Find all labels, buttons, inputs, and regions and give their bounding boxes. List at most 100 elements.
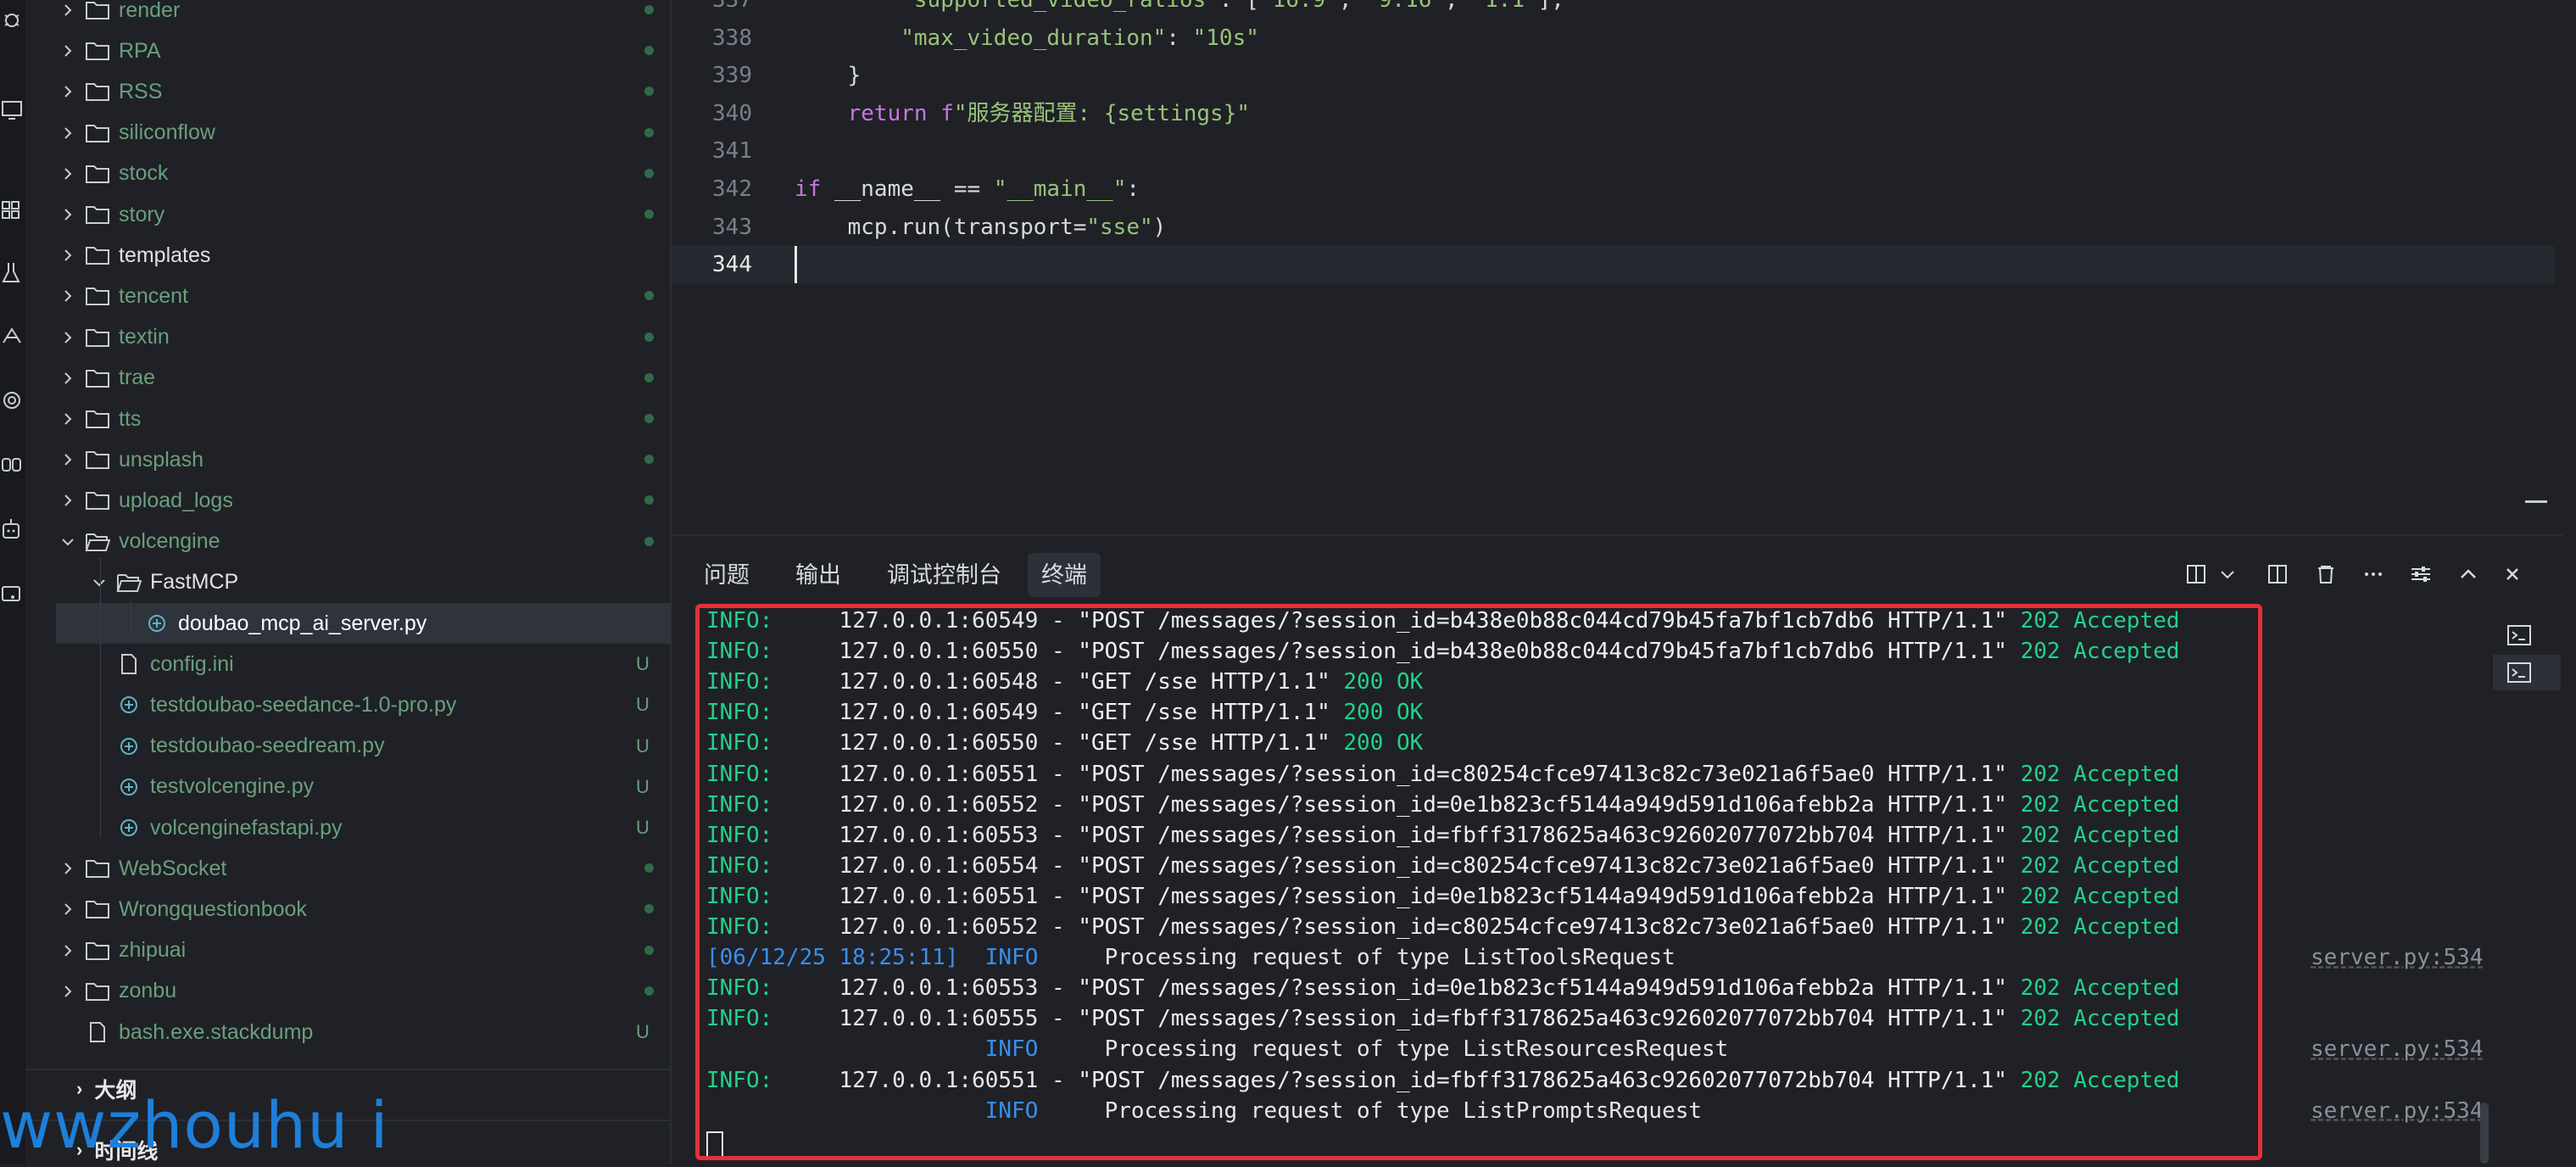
tree-item-label: testvolcengine.py xyxy=(150,774,315,799)
folder-icon xyxy=(85,81,110,103)
git-status-badge: U xyxy=(636,775,650,797)
folder-item[interactable]: textin xyxy=(59,317,670,358)
folder-icon xyxy=(85,204,110,226)
git-status-dot xyxy=(644,536,654,546)
folder-item[interactable]: tts xyxy=(59,399,670,439)
file-item[interactable]: testvolcengine.py U xyxy=(59,767,670,807)
folder-item[interactable]: RSS xyxy=(59,71,670,112)
robot-icon[interactable] xyxy=(0,512,25,546)
source-link[interactable]: server.py:534 xyxy=(2311,1034,2484,1064)
split-terminal-icon[interactable] xyxy=(2264,560,2293,589)
chevron-right-icon xyxy=(59,492,76,509)
chevron-down-icon[interactable] xyxy=(2213,560,2234,589)
tree-item-label: bash.exe.stackdump xyxy=(119,1019,314,1044)
copilot-icon[interactable] xyxy=(0,448,25,482)
tab-output[interactable]: 输出 xyxy=(782,553,855,597)
scroll-indicator xyxy=(2525,500,2547,503)
close-panel-icon[interactable] xyxy=(2498,560,2527,589)
chevron-down-icon xyxy=(91,574,108,591)
folder-item[interactable]: upload_logs xyxy=(59,480,670,521)
folder-item[interactable]: stock xyxy=(59,154,670,194)
tree-item-label: RPA xyxy=(119,38,161,63)
file-icon xyxy=(85,1021,110,1043)
chevron-down-icon xyxy=(59,533,76,550)
tree-item-label: volcenginefastapi.py xyxy=(150,815,343,840)
tree-item-label: unsplash xyxy=(119,447,204,472)
terminal-icon[interactable] xyxy=(2505,621,2534,650)
folder-item[interactable]: Wrongquestionbook xyxy=(59,889,670,930)
share-icon[interactable] xyxy=(0,319,25,353)
activity-bar xyxy=(0,0,25,1164)
git-status-dot xyxy=(644,46,654,56)
tree-item-label: WebSocket xyxy=(119,856,227,880)
folder-item[interactable]: templates xyxy=(59,235,670,276)
file-item[interactable]: config.ini U xyxy=(59,644,670,684)
folder-item[interactable]: zonbu xyxy=(59,971,670,1012)
folder-item[interactable]: FastMCP xyxy=(59,562,670,603)
file-icon xyxy=(116,653,142,675)
new-terminal-split-icon[interactable] xyxy=(2183,560,2211,589)
more-actions-icon[interactable] xyxy=(2359,560,2388,589)
folder-item[interactable]: unsplash xyxy=(59,439,670,480)
tab-terminal[interactable]: 终端 xyxy=(1028,553,1101,597)
folder-icon xyxy=(85,367,110,389)
file-item[interactable]: testdoubao-seedream.py U xyxy=(59,726,670,767)
tree-item-label: zonbu xyxy=(119,979,177,1003)
extensions-icon[interactable] xyxy=(0,192,25,226)
file-item[interactable]: doubao_mcp_ai_server.py xyxy=(56,603,673,644)
folder-item[interactable]: RPA xyxy=(59,31,670,71)
code-text: mcp.run(transport="sse") xyxy=(795,214,1167,240)
tree-item-label: upload_logs xyxy=(119,488,233,512)
folder-icon xyxy=(85,857,110,879)
remote-explorer-icon[interactable] xyxy=(0,93,25,127)
tree-item-label: testdoubao-seedance-1.0-pro.py xyxy=(150,692,457,717)
git-status-dot xyxy=(644,945,654,955)
terminal-scrollbar[interactable] xyxy=(2480,1103,2489,1164)
chevron-right-icon xyxy=(59,329,76,346)
bottom-panel: 问题 输出 调试控制台 终端 INFO: 127.0.0.1:60549 - "… xyxy=(672,534,2562,1165)
chevron-right-icon xyxy=(59,247,76,264)
source-link[interactable]: server.py:534 xyxy=(2311,1096,2484,1126)
watermark-text: wwzhouhu i xyxy=(0,1087,389,1163)
folder-item[interactable]: story xyxy=(59,194,670,235)
tree-item-label: testdoubao-seedream.py xyxy=(150,734,385,758)
settings-sliders-icon[interactable] xyxy=(2406,560,2435,589)
file-item[interactable]: volcenginefastapi.py U xyxy=(59,807,670,848)
chevron-right-icon xyxy=(59,451,76,468)
folder-icon xyxy=(85,163,110,185)
maximize-panel-icon[interactable] xyxy=(2454,560,2483,589)
folder-item[interactable]: WebSocket xyxy=(59,848,670,889)
line-number: 340 xyxy=(712,100,752,126)
folder-icon xyxy=(85,40,110,62)
openai-icon[interactable] xyxy=(0,383,25,417)
python-file-icon xyxy=(116,735,142,757)
folder-icon xyxy=(85,122,110,144)
database-icon[interactable] xyxy=(0,577,25,611)
line-number: 344 xyxy=(712,252,752,278)
tree-item-label: stock xyxy=(119,161,169,186)
code-text: } xyxy=(795,63,861,89)
tree-item-label: siliconflow xyxy=(119,120,215,145)
file-item[interactable]: bash.exe.stackdump U xyxy=(59,1012,670,1053)
folder-item[interactable]: render xyxy=(59,0,670,31)
folder-item[interactable]: trae xyxy=(59,358,670,399)
folder-item[interactable]: siliconflow xyxy=(59,113,670,154)
code-editor[interactable]: 337 "supported_video_ratios": ["16:9", "… xyxy=(672,0,2562,531)
tree-item-label: volcengine xyxy=(119,529,220,554)
folder-item[interactable]: volcengine xyxy=(59,522,670,562)
terminal-icon[interactable] xyxy=(2505,658,2534,687)
source-link[interactable]: server.py:534 xyxy=(2311,942,2484,973)
tab-problems[interactable]: 问题 xyxy=(690,553,763,597)
git-status-dot xyxy=(644,495,654,505)
debug-icon[interactable] xyxy=(0,3,25,37)
file-item[interactable]: testdoubao-seedance-1.0-pro.py U xyxy=(59,684,670,725)
tab-debug-console[interactable]: 调试控制台 xyxy=(873,553,1015,597)
trash-icon[interactable] xyxy=(2311,560,2340,589)
code-line: 344 xyxy=(672,246,2554,284)
folder-item[interactable]: tencent xyxy=(59,276,670,316)
git-status-dot xyxy=(644,127,654,137)
folder-icon xyxy=(85,898,110,920)
testing-flask-icon[interactable] xyxy=(0,254,25,288)
folder-item[interactable]: zhipuai xyxy=(59,930,670,971)
git-status-dot xyxy=(644,5,654,14)
